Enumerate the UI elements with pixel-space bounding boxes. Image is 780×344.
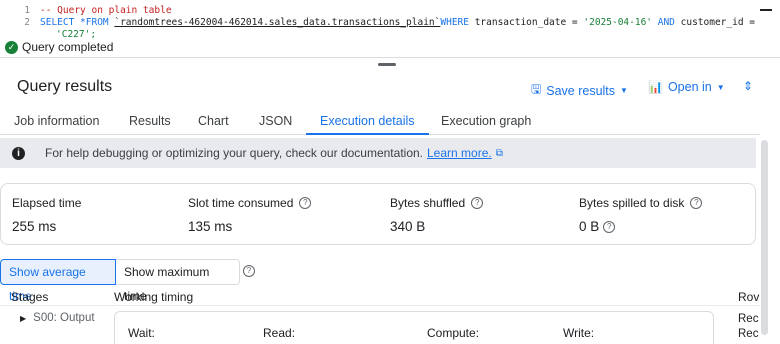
sql-editor[interactable]: 1 -- Query on plain table 2 SELECT *FROM… xyxy=(0,0,780,38)
sql-condition: customer_id = xyxy=(680,17,755,28)
tab-json[interactable]: JSON xyxy=(259,108,292,135)
open-in-button[interactable]: 📊 Open in ▼ xyxy=(648,80,725,94)
sql-table-ref: `randomtrees-462004-462014.sales_data.tr… xyxy=(114,17,441,28)
tab-execution-details[interactable]: Execution details xyxy=(306,108,429,135)
caret-down-icon: ▼ xyxy=(620,86,628,95)
chart-icon: 📊 xyxy=(648,80,663,94)
info-banner: i For help debugging or optimizing your … xyxy=(0,138,756,168)
results-tabs: Job information Results Chart JSON Execu… xyxy=(0,108,760,135)
save-results-label: Save results xyxy=(546,83,616,98)
help-icon[interactable]: ? xyxy=(299,197,312,209)
stat-slot-time: Slot time consumed? 135 ms xyxy=(188,196,312,234)
timing-write-label: Write: xyxy=(563,326,595,340)
caret-down-icon: ▼ xyxy=(716,82,725,92)
records-cell: Rec xyxy=(738,328,759,340)
stat-label: Slot time consumed xyxy=(188,196,294,210)
timing-compute-label: Compute: xyxy=(427,326,480,340)
show-average-time-button[interactable]: Show average time xyxy=(0,259,116,303)
sql-keyword: SELECT *FROM xyxy=(40,17,115,28)
save-icon: 🖫 xyxy=(531,82,542,96)
stat-label: Bytes shuffled xyxy=(390,196,466,210)
chevron-right-icon: ▶ xyxy=(20,313,27,323)
stat-value: 135 ms xyxy=(188,219,233,234)
help-icon[interactable]: ? xyxy=(603,220,616,233)
sql-statement: SELECT *FROM `randomtrees-462004-462014.… xyxy=(40,16,755,29)
open-in-label: Open in xyxy=(667,80,712,94)
tab-results[interactable]: Results xyxy=(129,108,171,135)
column-header-stages: Stages xyxy=(11,290,49,304)
help-icon[interactable]: ? xyxy=(243,265,255,277)
sql-condition: transaction_date = xyxy=(474,17,584,28)
sql-string: 'C227'; xyxy=(56,29,97,38)
minimize-icon[interactable] xyxy=(760,9,772,11)
records-cell: Rec xyxy=(738,313,759,325)
scrollbar-thumb[interactable] xyxy=(761,140,768,335)
line-number: 2 xyxy=(24,17,30,28)
timing-read-label: Read: xyxy=(263,326,296,340)
external-link-icon: ⧉ xyxy=(495,147,503,159)
sql-string: '2025-04-16' xyxy=(583,17,653,28)
execution-stats-card: Elapsed time 255 ms Slot time consumed? … xyxy=(0,183,756,245)
stat-value: 255 ms xyxy=(12,219,57,234)
stat-bytes-spilled: Bytes spilled to disk? 0 B? xyxy=(579,196,703,234)
stat-label: Bytes spilled to disk xyxy=(579,196,685,210)
timing-wait-label: Wait: xyxy=(128,326,155,340)
info-icon: i xyxy=(12,146,25,160)
divider xyxy=(0,57,780,58)
results-title: Query results xyxy=(17,78,113,95)
tab-job-information[interactable]: Job information xyxy=(14,108,99,135)
tab-chart[interactable]: Chart xyxy=(198,108,229,135)
banner-text: For help debugging or optimizing your qu… xyxy=(45,146,423,160)
stat-bytes-shuffled: Bytes shuffled? 340 B xyxy=(390,196,484,234)
learn-more-link[interactable]: Learn more. xyxy=(427,146,492,160)
working-timing-panel xyxy=(114,311,714,344)
sql-keyword: WHERE xyxy=(440,17,475,28)
tab-execution-graph[interactable]: Execution graph xyxy=(441,108,531,135)
stat-value: 0 B xyxy=(579,219,600,234)
stat-elapsed-time: Elapsed time 255 ms xyxy=(12,196,81,234)
stage-name: S00: Output xyxy=(33,312,95,324)
check-circle-icon: ✓ xyxy=(5,40,18,54)
stat-value: 340 B xyxy=(390,219,426,234)
help-icon[interactable]: ? xyxy=(690,197,703,209)
show-maximum-time-button[interactable]: Show maximum time xyxy=(116,259,240,303)
scrollbar[interactable] xyxy=(760,140,769,340)
column-header-rows: Rov xyxy=(738,290,760,304)
query-status: ✓ Query completed xyxy=(5,39,113,55)
stat-label: Elapsed time xyxy=(12,196,82,210)
table-divider xyxy=(0,305,760,306)
status-text: Query completed xyxy=(22,40,114,54)
save-results-button[interactable]: 🖫 Save results ▼ xyxy=(531,80,628,101)
expand-collapse-icon[interactable]: ⇕ xyxy=(743,79,753,93)
help-icon[interactable]: ? xyxy=(471,197,484,209)
sql-keyword: AND xyxy=(652,17,681,28)
stage-row-expander[interactable]: ▶ S00: Output xyxy=(20,312,95,324)
resize-handle[interactable] xyxy=(378,63,396,66)
column-header-working-timing: Working timing xyxy=(114,290,194,304)
